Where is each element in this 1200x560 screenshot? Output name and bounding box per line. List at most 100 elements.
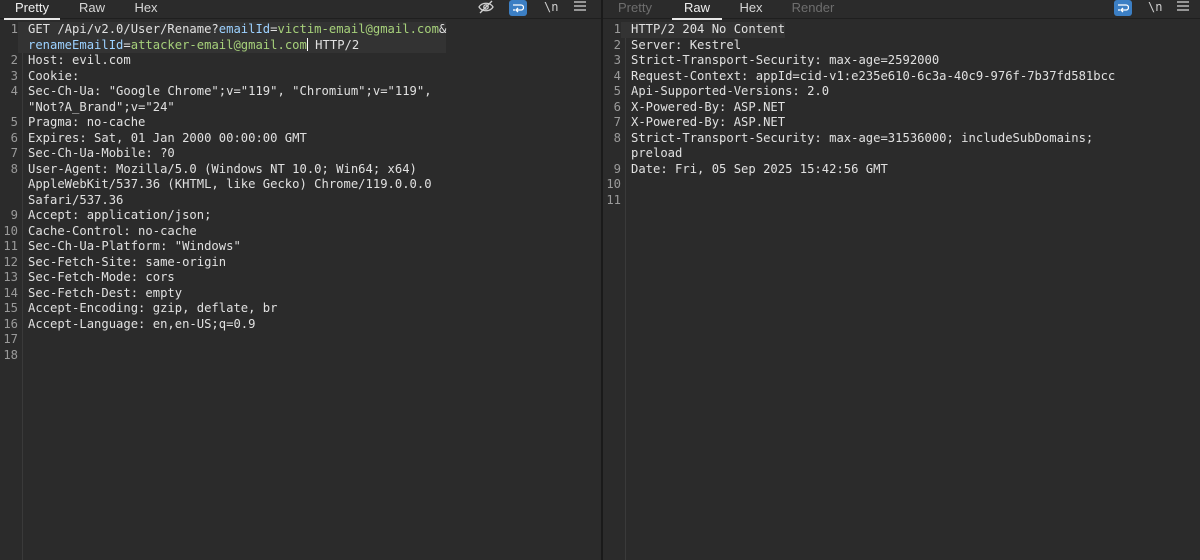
line-number: 11 bbox=[3, 239, 18, 253]
line-text: Cache-Control: no-cache bbox=[28, 223, 197, 238]
param-email-id: emailId bbox=[218, 22, 271, 36]
eye-slash-icon[interactable] bbox=[478, 0, 494, 16]
method-path: GET /Api/v2.0/User/Rename? bbox=[28, 22, 219, 36]
code-line: 6 Expires: Sat, 01 Jan 2000 00:00:00 GMT bbox=[0, 131, 601, 147]
line-number: 3 bbox=[613, 53, 621, 67]
value-victim-email: victim-email@gmail.com bbox=[277, 22, 439, 36]
line-text: Api-Supported-Versions: 2.0 bbox=[631, 84, 830, 98]
request-line-code: GET /Api/v2.0/User/Rename?emailId=victim… bbox=[18, 22, 447, 53]
request-lines: 1 GET /Api/v2.0/User/Rename?emailId=vict… bbox=[0, 22, 601, 363]
line-text: X-Powered-By: ASP.NET bbox=[631, 99, 786, 114]
code-line: 11 bbox=[603, 193, 1200, 209]
line-text: Date: Fri, 05 Sep 2025 15:42:56 GMT bbox=[631, 161, 888, 176]
response-pane: Pretty Raw Hex Render \n 1 HTTP/2 204 No … bbox=[603, 0, 1200, 560]
code-line: 7 Sec-Ch-Ua-Mobile: ?0 bbox=[0, 146, 601, 162]
code-line: 12 Sec-Fetch-Site: same-origin bbox=[0, 255, 601, 271]
line-text: Expires: Sat, 01 Jan 2000 00:00:00 GMT bbox=[28, 130, 307, 145]
line-text: Server: Kestrel bbox=[631, 37, 742, 52]
line-text: Sec-Ch-Ua-Mobile: ?0 bbox=[28, 146, 175, 160]
response-lines: 1 HTTP/2 204 No Content 2 Server: Kestrel 3 S… bbox=[603, 22, 1200, 208]
line-number: 16 bbox=[3, 316, 18, 331]
line-number: 2 bbox=[613, 37, 621, 52]
response-editor[interactable]: 1 HTTP/2 204 No Content 2 Server: Kestrel 3 S… bbox=[603, 22, 1200, 560]
request-tab-pretty[interactable]: Pretty bbox=[4, 0, 60, 20]
line-text bbox=[18, 332, 28, 348]
line-text: User-Agent: Mozilla/5.0 (Windows NT 10.0… bbox=[28, 161, 432, 207]
request-pane: Pretty Raw Hex \n 1 GET /Api/v2.0/User/R… bbox=[0, 0, 601, 560]
code-line: 3 Strict-Transport-Security: max-age=2592… bbox=[603, 53, 1200, 69]
ampersand: & bbox=[438, 22, 447, 36]
line-text: Strict-Transport-Security: max-age=25920… bbox=[631, 53, 940, 67]
line-number: 12 bbox=[3, 254, 18, 269]
line-text bbox=[621, 193, 631, 209]
line-text: Sec-Fetch-Dest: empty bbox=[28, 285, 183, 300]
code-line: 5 Pragma: no-cache bbox=[0, 115, 601, 131]
response-tab-pretty[interactable]: Pretty bbox=[609, 0, 661, 18]
hamburger-menu-icon[interactable] bbox=[574, 0, 586, 16]
code-line: 4 Request-Context: appId=cid-v1:e235e610-… bbox=[603, 69, 1200, 85]
line-number: 6 bbox=[613, 99, 621, 114]
line-number: 9 bbox=[10, 208, 18, 222]
response-tabbar: Pretty Raw Hex Render \n bbox=[603, 0, 1200, 20]
line-number: 8 bbox=[10, 161, 18, 176]
word-wrap-icon[interactable] bbox=[1114, 0, 1132, 16]
line-text: Strict-Transport-Security: max-age=31536… bbox=[631, 130, 1094, 161]
code-line: 13 Sec-Fetch-Mode: cors bbox=[0, 270, 601, 286]
line-text bbox=[18, 348, 28, 364]
line-number: 15 bbox=[3, 301, 18, 315]
request-tab-raw[interactable]: Raw bbox=[72, 0, 112, 18]
line-text: HTTP/2 204 No Content bbox=[621, 22, 786, 38]
code-line: 15 Accept-Encoding: gzip, deflate, br bbox=[0, 301, 601, 317]
code-line: 2 Server: Kestrel bbox=[603, 38, 1200, 54]
line-text: Accept-Encoding: gzip, deflate, br bbox=[28, 301, 278, 315]
line-number: 1 bbox=[613, 22, 621, 36]
word-wrap-icon[interactable] bbox=[509, 0, 527, 16]
protocol: HTTP/2 bbox=[307, 37, 360, 52]
line-number: 14 bbox=[3, 285, 18, 300]
code-line: 5 Api-Supported-Versions: 2.0 bbox=[603, 84, 1200, 100]
newline-toggle[interactable]: \n bbox=[544, 0, 558, 16]
line-number: 3 bbox=[10, 68, 18, 83]
response-tab-raw[interactable]: Raw bbox=[672, 0, 722, 20]
line-number: 11 bbox=[606, 192, 621, 207]
equals: = bbox=[270, 22, 278, 36]
response-tab-hex[interactable]: Hex bbox=[731, 0, 771, 18]
line-number: 7 bbox=[613, 115, 621, 129]
line-number: 7 bbox=[10, 146, 18, 160]
line-number: 10 bbox=[3, 223, 18, 238]
request-line-1: 1 GET /Api/v2.0/User/Rename?emailId=vict… bbox=[0, 22, 601, 53]
line-text: Accept: application/json; bbox=[28, 208, 212, 222]
request-tab-hex[interactable]: Hex bbox=[126, 0, 166, 18]
line-number: 2 bbox=[10, 53, 18, 67]
line-number: 10 bbox=[606, 177, 621, 191]
hamburger-menu-icon[interactable] bbox=[1177, 0, 1189, 16]
code-line: 4 Sec-Ch-Ua: "Google Chrome";v="119", "Ch… bbox=[0, 84, 601, 115]
request-editor[interactable]: 1 GET /Api/v2.0/User/Rename?emailId=vict… bbox=[0, 22, 601, 560]
code-line: 10 Cache-Control: no-cache bbox=[0, 224, 601, 240]
param-rename-email-id: renameEmailId bbox=[28, 37, 124, 52]
code-line: 11 Sec-Ch-Ua-Platform: "Windows" bbox=[0, 239, 601, 255]
code-line: 8 Strict-Transport-Security: max-age=3153… bbox=[603, 131, 1200, 162]
line-number: 5 bbox=[10, 115, 18, 129]
response-tab-render[interactable]: Render bbox=[787, 0, 839, 18]
line-number: 18 bbox=[3, 347, 18, 362]
line-text: Cookie: bbox=[28, 68, 80, 83]
line-text: Accept-Language: en,en-US;q=0.9 bbox=[28, 316, 256, 331]
line-text: Sec-Fetch-Mode: cors bbox=[28, 270, 175, 284]
line-number: 6 bbox=[10, 130, 18, 145]
code-line: 9 Date: Fri, 05 Sep 2025 15:42:56 GMT bbox=[603, 162, 1200, 178]
code-line: 3 Cookie: bbox=[0, 69, 601, 85]
request-tabbar: Pretty Raw Hex \n bbox=[0, 0, 601, 20]
newline-toggle[interactable]: \n bbox=[1148, 0, 1162, 16]
line-text: Host: evil.com bbox=[28, 53, 131, 67]
code-line: 17 bbox=[0, 332, 601, 348]
value-attacker-email: attacker-email@gmail.com bbox=[130, 37, 307, 52]
code-line: 1 HTTP/2 204 No Content bbox=[603, 22, 1200, 38]
line-text bbox=[621, 177, 631, 193]
line-text: Sec-Ch-Ua: "Google Chrome";v="119", "Chr… bbox=[28, 84, 432, 114]
code-line: 7 X-Powered-By: ASP.NET bbox=[603, 115, 1200, 131]
code-line: 6 X-Powered-By: ASP.NET bbox=[603, 100, 1200, 116]
line-number: 5 bbox=[613, 84, 621, 98]
code-line: 16 Accept-Language: en,en-US;q=0.9 bbox=[0, 317, 601, 333]
line-number: 8 bbox=[613, 130, 621, 145]
